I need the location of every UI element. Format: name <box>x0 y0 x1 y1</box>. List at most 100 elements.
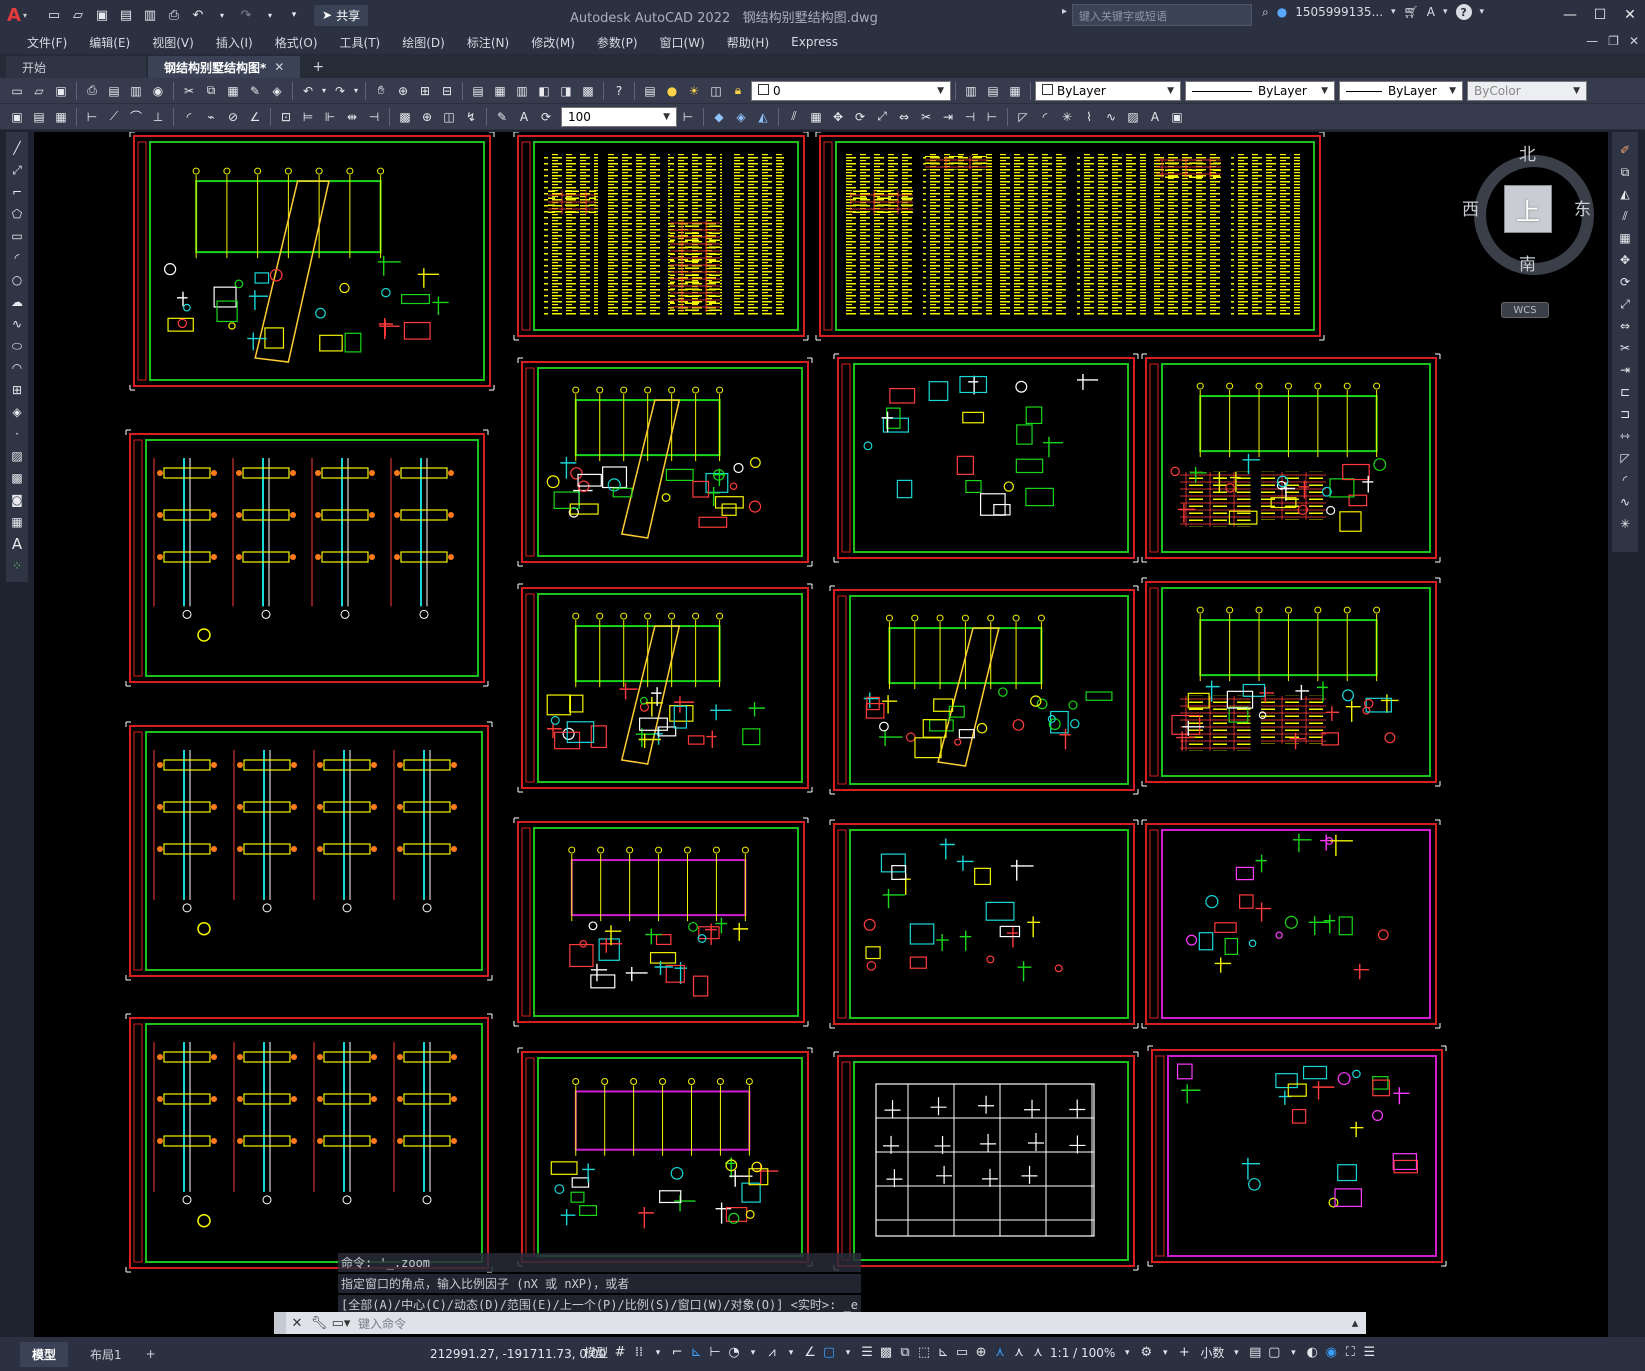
clean-screen-icon[interactable]: ⛶ <box>1343 1345 1357 1360</box>
auto-scale-icon[interactable]: ⋏ <box>1012 1345 1026 1360</box>
transparency-icon[interactable]: ▩ <box>879 1345 893 1360</box>
viewcube-west[interactable]: 西 <box>1462 195 1479 220</box>
object-snap-icon[interactable]: ▢ <box>822 1345 836 1360</box>
infer-constraints-icon[interactable]: ⌐ <box>670 1345 684 1360</box>
polar-dropdown-icon[interactable]: ▾ <box>746 1348 760 1358</box>
continue-dim-icon[interactable]: ⊩ <box>320 107 340 127</box>
snap-icon[interactable]: ⁞⁞ <box>632 1345 646 1360</box>
annotation-scale-value[interactable]: 1:1 / 100% <box>1050 1346 1115 1360</box>
open-folder-icon[interactable]: ▱ <box>68 5 88 25</box>
join-icon[interactable]: ⇿ <box>1616 428 1634 444</box>
stretch-icon[interactable]: ⇔ <box>894 107 914 127</box>
layer-walk-icon[interactable]: ▦ <box>51 107 71 127</box>
command-input[interactable]: 键入命令 <box>352 1315 1344 1332</box>
menu-view[interactable]: 视图(V) <box>141 34 205 51</box>
markup-icon[interactable]: ◨ <box>556 81 576 101</box>
polygon-icon[interactable]: ⬠ <box>8 206 26 222</box>
new-tab-button[interactable]: + <box>302 56 334 78</box>
user-dropdown-icon[interactable]: ▾ <box>1391 7 1396 17</box>
menu-draw[interactable]: 绘图(D) <box>391 34 456 51</box>
lineweight-dropdown[interactable]: ByLayer ▼ <box>1339 80 1463 101</box>
drawing-sheet[interactable] <box>815 132 1325 341</box>
jogged-dim-icon[interactable]: ⌁ <box>201 107 221 127</box>
ellipse-arc-icon[interactable]: ◠ <box>8 360 26 376</box>
wcs-button[interactable]: WCS <box>1501 302 1549 318</box>
lock-dropdown-icon[interactable]: ▾ <box>1286 1348 1300 1358</box>
linear-dim-icon[interactable]: ⊢ <box>82 107 102 127</box>
join-icon[interactable]: ⊢ <box>982 107 1002 127</box>
help-dropdown-icon[interactable]: ▾ <box>1480 7 1485 17</box>
selection-cycling-icon[interactable]: ⧉ <box>898 1345 912 1360</box>
search-icon[interactable]: ⌕ <box>1262 5 1269 20</box>
quick-properties-icon[interactable]: ▤ <box>1248 1345 1262 1360</box>
menu-express[interactable]: Express <box>780 35 849 49</box>
doc-restore-icon[interactable]: ❐ <box>1608 34 1619 48</box>
customization-icon[interactable]: ☰ <box>1362 1345 1376 1360</box>
search-expand-icon[interactable]: ▸ <box>1062 6 1067 17</box>
break-at-point-icon[interactable]: ⊏ <box>1616 384 1634 400</box>
scale-dropdown-icon[interactable]: ▾ <box>1120 1348 1134 1358</box>
tool-palettes-icon[interactable]: ▥ <box>512 81 532 101</box>
eraser-icon[interactable]: ✐ <box>1616 142 1634 158</box>
viewcube-north[interactable]: 北 <box>1519 140 1536 165</box>
redo-dropdown-icon[interactable]: ▾ <box>352 81 360 101</box>
center-mark-icon[interactable]: ⊕ <box>417 107 437 127</box>
model-space-button[interactable]: 模型 <box>584 1344 608 1361</box>
customize-qat-icon[interactable]: ▾ <box>284 5 304 25</box>
save-icon[interactable]: ▣ <box>51 81 71 101</box>
autodesk-a360-icon[interactable]: A <box>1427 5 1435 19</box>
tolerance-icon[interactable]: ▩ <box>395 107 415 127</box>
drawing-sheet[interactable] <box>517 357 813 567</box>
radius-dim-icon[interactable]: ◜ <box>179 107 199 127</box>
viewport-freeze-icon[interactable]: ◫ <box>706 81 726 101</box>
zoom-window-icon[interactable]: ⊞ <box>415 81 435 101</box>
extend-icon[interactable]: ⇥ <box>1616 362 1634 378</box>
menu-edit[interactable]: 编辑(E) <box>78 34 141 51</box>
viewcube-top-face[interactable]: 上 <box>1504 185 1552 233</box>
share-button[interactable]: ➤ 共享 <box>314 4 369 26</box>
quick-dim-icon[interactable]: ⊡ <box>276 107 296 127</box>
explode-icon[interactable]: ✳ <box>1057 107 1077 127</box>
menu-modify[interactable]: 修改(M) <box>520 34 586 51</box>
extend-icon[interactable]: ⇥ <box>938 107 958 127</box>
drawing-sheet[interactable] <box>513 817 809 1027</box>
new-file-icon[interactable]: ▭ <box>44 5 64 25</box>
help-icon[interactable]: ? <box>1455 4 1472 20</box>
3d-osnap-icon[interactable]: ⬚ <box>917 1345 931 1360</box>
workspace-dropdown-icon[interactable]: ▾ <box>1158 1348 1172 1358</box>
inspection-icon[interactable]: ◫ <box>439 107 459 127</box>
tab-model[interactable]: 模型 <box>20 1341 69 1367</box>
menu-insert[interactable]: 插入(I) <box>205 34 264 51</box>
publish-icon[interactable]: ▥ <box>126 81 146 101</box>
open-icon[interactable]: ▱ <box>29 81 49 101</box>
undo-dropdown-icon[interactable]: ▾ <box>320 81 328 101</box>
ortho-icon[interactable]: ⊢ <box>708 1345 722 1360</box>
zoom-previous-icon[interactable]: ⊟ <box>437 81 457 101</box>
sun-icon[interactable]: ☀ <box>684 81 704 101</box>
dim-space-icon[interactable]: ⇹ <box>342 107 362 127</box>
tab-start[interactable]: 开始 <box>6 56 146 78</box>
hatch-icon[interactable]: ▨ <box>8 448 26 464</box>
chamfer-icon[interactable]: ◸ <box>1616 450 1634 466</box>
break-icon[interactable]: ⊐ <box>1616 406 1634 422</box>
edit-text-icon[interactable]: A <box>1145 107 1165 127</box>
edit-polyline-icon[interactable]: ⌇ <box>1079 107 1099 127</box>
multiline-text-icon[interactable]: A <box>8 535 26 553</box>
diameter-dim-icon[interactable]: ⊘ <box>223 107 243 127</box>
drawing-sheet[interactable] <box>517 1047 813 1267</box>
units-dropdown-icon[interactable]: ▾ <box>1229 1348 1243 1358</box>
plot-icon[interactable]: ⎙ <box>82 81 102 101</box>
dynamic-ucs-icon[interactable]: ⊾ <box>936 1345 950 1360</box>
recent-commands-icon[interactable]: ▭▾ <box>330 1312 352 1334</box>
blend-icon[interactable]: ∿ <box>1616 494 1634 510</box>
drawing-canvas[interactable]: 上 北 南 东 西 WCS 命令: '_.zoom 指定窗口的角点，输入比例因子… <box>34 132 1608 1337</box>
region-icon[interactable]: ◙ <box>8 492 26 508</box>
annotation-scale-icon[interactable]: ⋏ <box>1031 1345 1045 1360</box>
layer-dropdown[interactable]: 0 ▼ <box>751 80 951 101</box>
drawing-sheet[interactable] <box>829 585 1139 795</box>
arc-icon[interactable]: ◜ <box>8 250 26 266</box>
search-input[interactable]: 键入关键字或短语 <box>1072 4 1252 26</box>
move-icon[interactable]: ✥ <box>1616 252 1634 268</box>
arc-length-icon[interactable]: ⌒ <box>126 107 146 127</box>
viewcube-east[interactable]: 东 <box>1574 195 1591 220</box>
